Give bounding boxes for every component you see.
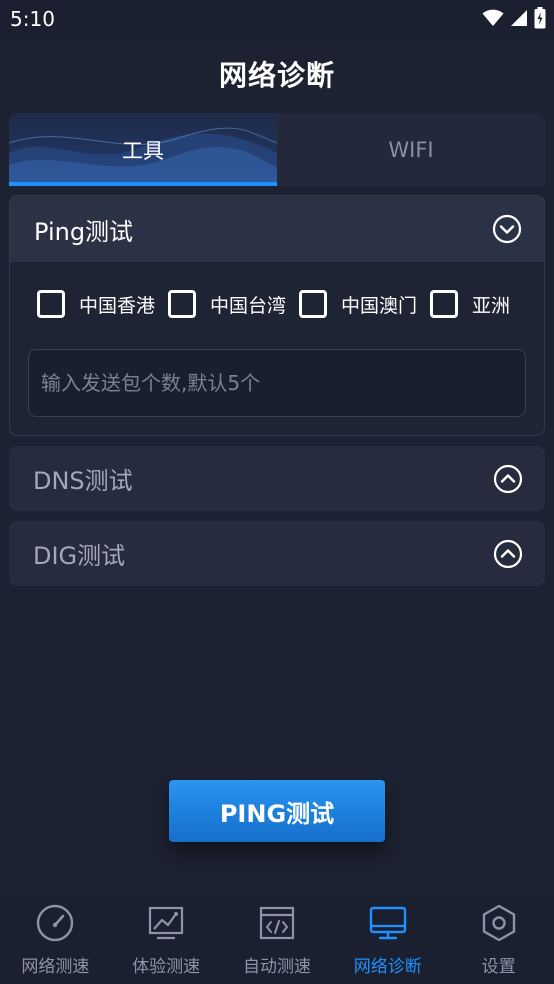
region-label: 亚洲: [472, 294, 511, 317]
region-checkbox-row: 中国香港 中国台湾 中国澳门 亚洲: [10, 262, 544, 346]
dig-panel[interactable]: DIG测试: [9, 521, 545, 586]
monitor-icon: [369, 906, 406, 940]
nav-label: 网络诊断: [353, 957, 422, 977]
code-window-icon: [259, 906, 295, 940]
wifi-icon: [482, 9, 504, 26]
region-option-taiwan[interactable]: 中国台湾: [168, 290, 286, 318]
region-option-asia[interactable]: 亚洲: [430, 290, 510, 318]
checkbox[interactable]: [37, 290, 65, 318]
dns-panel[interactable]: DNS测试: [9, 446, 545, 511]
tab-bar: 工具 WIFI: [9, 113, 545, 186]
dns-panel-title: DNS测试: [33, 467, 133, 495]
region-label: 中国台湾: [210, 294, 287, 317]
tab-active-indicator: [9, 182, 277, 186]
status-bar: 5:10: [0, 0, 554, 38]
ping-panel-header[interactable]: Ping测试: [10, 196, 544, 262]
chevron-up-circle-icon[interactable]: [493, 464, 523, 494]
nav-label: 自动测速: [242, 957, 311, 977]
nav-item-experience-test[interactable]: 体验测速: [111, 894, 222, 984]
tab-wifi[interactable]: WIFI: [277, 113, 545, 186]
chart-line-icon: [149, 906, 184, 940]
speedometer-icon: [37, 904, 74, 942]
nav-item-network-diagnosis[interactable]: 网络诊断: [332, 894, 443, 984]
dig-panel-header[interactable]: DIG测试: [9, 521, 545, 586]
nav-item-auto-test[interactable]: 自动测速: [222, 894, 333, 984]
region-label: 中国香港: [79, 294, 156, 317]
dig-panel-title: DIG测试: [33, 542, 126, 570]
battery-charging-icon: [534, 7, 546, 29]
ping-panel: Ping测试 中国香港 中国台湾 中国澳门 亚洲: [9, 195, 545, 436]
dns-panel-header[interactable]: DNS测试: [9, 446, 545, 511]
ping-panel-title: Ping测试: [34, 217, 134, 246]
tab-wifi-label: WIFI: [388, 137, 434, 162]
chevron-down-circle-icon[interactable]: [492, 214, 522, 244]
packet-count-input[interactable]: [28, 349, 526, 417]
checkbox[interactable]: [430, 290, 459, 318]
tab-tools-label: 工具: [122, 138, 164, 163]
app-screen: 5:10 网络诊断 工具 WIFI Ping测试 中国香港 中国台湾 中国澳门 …: [0, 0, 554, 984]
hexagon-gear-icon: [482, 904, 515, 942]
ping-test-button[interactable]: PING测试: [169, 780, 385, 842]
app-header: 网络诊断: [0, 38, 554, 110]
status-time: 5:10: [10, 7, 55, 31]
nav-item-speed-test[interactable]: 网络测速: [0, 894, 111, 984]
nav-label: 体验测速: [132, 957, 201, 977]
tab-tools[interactable]: 工具: [9, 113, 277, 186]
signal-icon: [511, 10, 527, 26]
checkbox[interactable]: [168, 290, 197, 318]
region-option-macau[interactable]: 中国澳门: [299, 290, 417, 318]
region-label: 中国澳门: [341, 294, 418, 317]
chevron-up-circle-icon[interactable]: [493, 539, 523, 569]
checkbox[interactable]: [299, 290, 328, 318]
page-title: 网络诊断: [218, 59, 335, 92]
nav-item-settings[interactable]: 设置: [443, 894, 554, 984]
nav-label: 设置: [481, 957, 516, 977]
nav-label: 网络测速: [21, 957, 90, 977]
region-option-hongkong[interactable]: 中国香港: [37, 290, 155, 318]
status-icons: [482, 7, 546, 29]
bottom-nav: 网络测速 体验测速 自动测速 网络诊断 设置: [0, 894, 554, 984]
